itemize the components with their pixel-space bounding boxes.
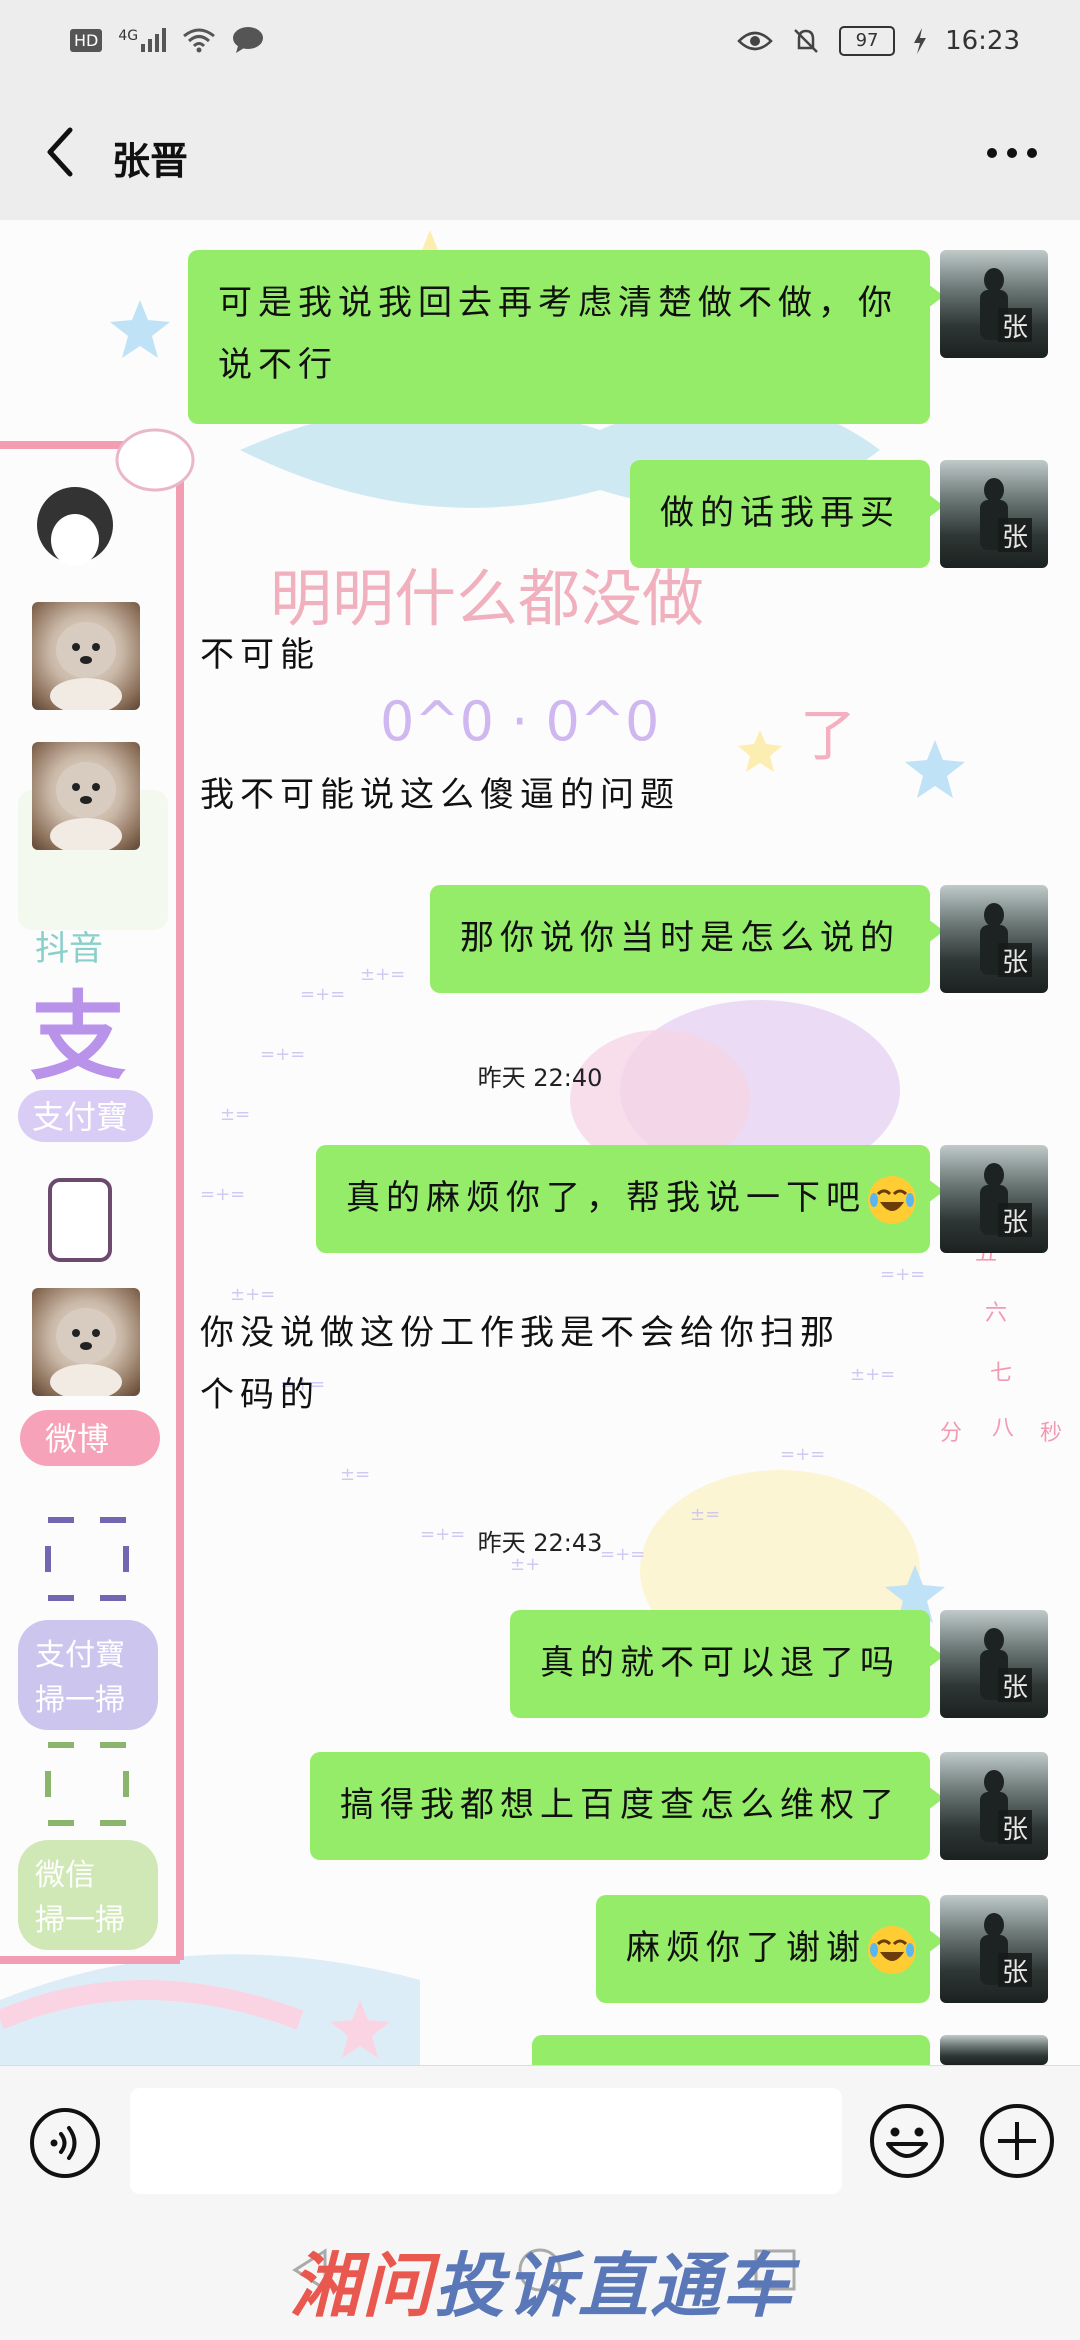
avatar-glyph: 张: [1002, 313, 1028, 343]
laughing-tears-emoji-icon: [868, 1175, 916, 1224]
svg-text:七: 七: [990, 1361, 1012, 1386]
svg-text:微博: 微博: [45, 1420, 109, 1458]
my-avatar[interactable]: 张: [940, 1895, 1048, 2003]
hd-icon: HD: [70, 28, 103, 52]
svg-text:=+=: =+=: [300, 984, 345, 1005]
message-input[interactable]: [130, 2088, 842, 2194]
input-bar: [0, 2065, 1080, 2206]
svg-text:掃一掃: 掃一掃: [35, 1903, 125, 1938]
message-icon: [233, 27, 264, 53]
svg-text:八: 八: [992, 1416, 1014, 1441]
network-type-label: 4G: [118, 28, 139, 44]
message-text: 麻烦你了谢谢: [626, 1928, 866, 1968]
dog-photo: [50, 1308, 122, 1396]
outgoing-message[interactable]: 真的麻烦你了，帮我说一下吧: [316, 1145, 944, 1253]
avatar-glyph: 张: [1002, 948, 1028, 978]
contact-avatar[interactable]: [32, 742, 140, 850]
my-avatar[interactable]: 张: [940, 1145, 1048, 1253]
svg-text:了: 了: [800, 704, 856, 769]
my-avatar-image: 张: [980, 1770, 1032, 1845]
4g-signal-icon: 4G: [118, 28, 167, 52]
my-avatar[interactable]: 张: [940, 1610, 1048, 1718]
more-options-icon[interactable]: [982, 128, 1042, 178]
avatar-glyph: 张: [1002, 1815, 1028, 1845]
timestamp: 昨天 22:43: [477, 1529, 603, 1557]
outgoing-message-partial[interactable]: [532, 2035, 930, 2065]
svg-text:抖音: 抖音: [35, 929, 103, 969]
svg-text:±=: ±=: [340, 1464, 370, 1485]
svg-text:支付寶: 支付寶: [35, 1638, 125, 1673]
plus-icon[interactable]: [978, 2102, 1056, 2180]
laughing-tears-emoji-icon: [868, 1925, 916, 1974]
my-avatar[interactable]: 张: [940, 460, 1048, 568]
svg-text:微信: 微信: [35, 1858, 95, 1893]
svg-text:±=: ±=: [220, 1104, 250, 1125]
status-left: HD 4G: [70, 26, 264, 54]
incoming-message[interactable]: 不可能: [170, 602, 350, 710]
chat-header: 张晋: [0, 90, 1080, 220]
watermark-part1: 湘问: [290, 2247, 434, 2325]
wifi-icon: [183, 28, 216, 53]
voice-icon[interactable]: [28, 2106, 102, 2180]
clock: 16:23: [945, 26, 1020, 56]
battery-icon: 97: [839, 26, 896, 56]
my-avatar[interactable]: 张: [940, 1752, 1048, 1860]
outgoing-message[interactable]: 真的就不可以退了吗: [510, 1610, 944, 1718]
outgoing-message[interactable]: 麻烦你了谢谢: [596, 1895, 944, 2003]
watermark-part2: 投诉直通车: [434, 2247, 794, 2325]
svg-text:掃一掃: 掃一掃: [35, 1683, 125, 1718]
my-avatar-image: 张: [980, 1628, 1032, 1703]
avatar-glyph: 张: [1002, 523, 1028, 553]
svg-text:分: 分: [940, 1421, 962, 1446]
dog-photo: [50, 622, 122, 710]
contact-avatar[interactable]: [32, 1288, 140, 1396]
outgoing-message[interactable]: 搞得我都想上百度查怎么维权了: [310, 1752, 944, 1860]
my-avatar[interactable]: 张: [940, 250, 1048, 358]
watermark-logo: 湘问投诉直通车: [290, 2230, 794, 2331]
my-avatar-image: 张: [980, 478, 1032, 553]
emoji-icon[interactable]: [868, 2102, 946, 2180]
svg-text:秒: 秒: [1040, 1421, 1062, 1446]
avatar-glyph: 张: [1002, 1208, 1028, 1238]
svg-text:支付寶: 支付寶: [32, 1098, 128, 1136]
back-arrow-icon[interactable]: [32, 122, 92, 182]
my-avatar-image: 张: [980, 268, 1032, 343]
charging-icon: [914, 28, 927, 54]
timestamp: 昨天 22:40: [477, 1064, 603, 1092]
avatar-glyph: 张: [1002, 1958, 1028, 1988]
status-bar: HD 4G 97 16:23: [0, 0, 1080, 90]
status-right: 97 16:23: [737, 26, 1020, 56]
my-avatar-image: 张: [980, 903, 1032, 978]
avatar-glyph: 张: [1002, 1673, 1028, 1703]
outgoing-message[interactable]: 可是我说我回去再考虑清楚做不做，你说不行: [188, 250, 944, 424]
dog-photo: [50, 762, 122, 850]
page-title: 张晋: [112, 139, 189, 183]
svg-text:±+=: ±+=: [360, 964, 405, 985]
my-avatar[interactable]: [940, 2035, 1048, 2065]
eye-icon: [737, 31, 773, 51]
outgoing-message[interactable]: 那你说你当时是怎么说的: [430, 885, 944, 993]
my-avatar[interactable]: 张: [940, 885, 1048, 993]
svg-text:=+=: =+=: [200, 1184, 245, 1205]
contact-avatar[interactable]: [32, 602, 140, 710]
svg-text:六: 六: [985, 1301, 1007, 1326]
incoming-message[interactable]: 你没说做这份工作我是不会给你扫那个码的: [170, 1280, 900, 1454]
my-avatar-image: 张: [980, 1913, 1032, 1988]
svg-text:±=: ±=: [690, 1504, 720, 1525]
outgoing-message[interactable]: 做的话我再买: [630, 460, 944, 568]
chat-area[interactable]: 明明什么都没做 0^0 · 0^0 了 =+=±+==+= ±==+=±+ =+…: [0, 220, 1080, 2065]
my-avatar-image: 张: [980, 1163, 1032, 1238]
incoming-message[interactable]: 我不可能说这么傻逼的问题: [170, 742, 710, 850]
message-text: 真的麻烦你了，帮我说一下吧: [346, 1178, 866, 1218]
mute-bell-icon: [794, 29, 818, 53]
